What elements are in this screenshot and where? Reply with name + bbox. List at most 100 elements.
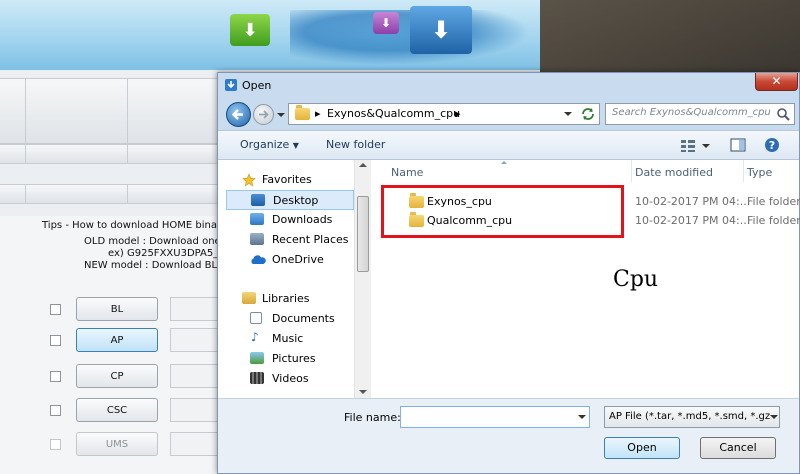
tips-panel: Tips - How to download HOME binary OLD m… (0, 216, 230, 474)
column-header-date[interactable]: Date modified (635, 166, 713, 179)
new-folder-button[interactable]: New folder (326, 138, 385, 151)
address-folder-icon (295, 105, 310, 120)
cancel-button[interactable]: Cancel (700, 437, 776, 459)
sidebar-item-label: OneDrive (272, 253, 324, 266)
ap-button[interactable]: AP (76, 328, 158, 352)
bl-path-field[interactable] (170, 297, 220, 321)
organize-button[interactable]: Organize ▼ (240, 138, 299, 151)
tips-line-new: NEW model : Download BL + (84, 260, 229, 271)
column-header-type[interactable]: Type (747, 166, 772, 179)
app-icon (225, 79, 237, 91)
open-file-dialog: Open ✕ ▸ Exynos&Qualcomm_cpu ▸ Search Ex… (217, 72, 800, 474)
file-type: File folder (747, 195, 800, 208)
sidebar-item-onedrive[interactable]: OneDrive (226, 250, 350, 270)
address-separator-2[interactable]: ▸ (455, 107, 461, 120)
favorites-star-icon (242, 173, 256, 187)
address-dropdown-icon[interactable] (564, 112, 572, 116)
recent-locations-dropdown-icon[interactable] (277, 113, 285, 117)
file-name-dropdown-icon[interactable] (578, 415, 586, 419)
sidebar-item-desktop[interactable]: Desktop (226, 190, 354, 210)
ap-checkbox[interactable] (50, 335, 61, 346)
tips-line-old: OLD model : Download one b (84, 236, 231, 247)
sidebar-item-label: Documents (272, 312, 335, 325)
dialog-title: Open (242, 79, 272, 92)
sidebar-item-videos[interactable]: Videos (226, 369, 350, 389)
pictures-icon (250, 352, 264, 364)
svg-text:?: ? (769, 139, 775, 152)
download-blue-icon: ⬇ (410, 6, 472, 54)
column-header-name[interactable]: Name (391, 166, 423, 179)
file-type-filter[interactable]: AP File (*.tar, *.md5, *.smd, *.gz (604, 406, 780, 428)
close-button[interactable]: ✕ (755, 73, 798, 91)
sidebar-item-pictures[interactable]: Pictures (226, 349, 350, 369)
cp-button[interactable]: CP (76, 364, 158, 388)
change-view-icon[interactable] (680, 139, 696, 153)
scroll-up-icon[interactable] (359, 163, 367, 167)
file-type: File folder (747, 214, 800, 227)
download-purple-icon: ⬇ (373, 12, 399, 34)
address-separator[interactable]: ▸ (315, 107, 321, 120)
search-icon[interactable] (776, 107, 790, 121)
desktop-icon (251, 194, 265, 206)
videos-icon (250, 372, 264, 384)
bl-checkbox[interactable] (50, 304, 61, 315)
forward-arrow-icon (259, 110, 269, 119)
navigation-pane: Favorites Desktop Downloads Recent Place… (218, 160, 355, 398)
sidebar-item-label: Videos (272, 372, 309, 385)
column-divider-2[interactable] (743, 160, 744, 182)
forward-button[interactable] (253, 104, 274, 125)
address-current-folder[interactable]: Exynos&Qualcomm_cpu (327, 107, 460, 120)
ap-path-field[interactable] (170, 328, 220, 352)
filter-dropdown-icon[interactable] (770, 415, 778, 419)
cp-checkbox[interactable] (50, 371, 61, 382)
navigation-row: ▸ Exynos&Qualcomm_cpu ▸ Search Exynos&Qu… (218, 100, 799, 130)
bl-button[interactable]: BL (76, 297, 158, 321)
nav-favorites-header[interactable]: Favorites (218, 170, 342, 190)
sidebar-item-documents[interactable]: Documents (226, 309, 350, 329)
csc-path-field[interactable] (170, 398, 220, 422)
refresh-icon[interactable] (580, 106, 596, 122)
csc-button[interactable]: CSC (76, 398, 158, 422)
address-bar[interactable]: ▸ Exynos&Qualcomm_cpu ▸ (288, 103, 600, 125)
music-note-icon: ♪ (251, 330, 259, 344)
nav-libraries-label: Libraries (262, 292, 310, 305)
sidebar-item-label: Recent Places (272, 233, 349, 246)
sidebar-item-label: Music (272, 332, 304, 345)
column-divider[interactable] (631, 160, 632, 182)
command-toolbar: Organize ▼ New folder ? (218, 130, 799, 160)
annotation-box (383, 241, 628, 289)
organize-label: Organize (240, 138, 290, 151)
ums-path-field (170, 432, 220, 456)
sidebar-item-music[interactable]: ♪ Music (226, 329, 350, 349)
open-button[interactable]: Open (604, 437, 680, 459)
sidebar-item-label: Downloads (272, 213, 333, 226)
csc-checkbox[interactable] (50, 405, 61, 416)
back-arrow-icon (231, 109, 243, 120)
dialog-titlebar[interactable]: Open ✕ (218, 73, 799, 99)
sidebar-item-downloads[interactable]: Downloads (226, 210, 350, 230)
file-date: 10-02-2017 PM 04:... (635, 214, 751, 227)
nav-favorites-label: Favorites (262, 173, 312, 186)
navigation-scrollbar[interactable] (354, 160, 371, 398)
ums-button: UMS (76, 432, 158, 456)
back-button[interactable] (226, 102, 251, 127)
nav-libraries-header[interactable]: Libraries (218, 289, 342, 309)
search-box[interactable]: Search Exynos&Qualcomm_cpu (605, 103, 795, 125)
highlight-box (381, 185, 624, 238)
scrollbar-thumb[interactable] (357, 196, 369, 272)
file-date: 10-02-2017 PM 04:... (635, 195, 751, 208)
preview-pane-icon[interactable] (730, 137, 746, 153)
file-name-input[interactable] (400, 406, 590, 428)
onedrive-cloud-icon (251, 255, 266, 264)
cp-path-field[interactable] (170, 364, 220, 388)
libraries-icon (242, 292, 256, 304)
background-banner: ⬇ ⬇ ⬇ (0, 0, 540, 70)
documents-icon (250, 312, 262, 324)
help-icon[interactable]: ? (764, 137, 780, 153)
scroll-down-icon[interactable] (359, 390, 367, 394)
tips-title: Tips - How to download HOME binary (42, 220, 227, 231)
file-type-filter-label: AP File (*.tar, *.md5, *.smd, *.gz (609, 411, 771, 422)
search-input[interactable]: Search Exynos&Qualcomm_cpu (612, 107, 771, 118)
view-options-dropdown-icon[interactable] (702, 144, 710, 148)
sidebar-item-recent-places[interactable]: Recent Places (226, 230, 350, 250)
